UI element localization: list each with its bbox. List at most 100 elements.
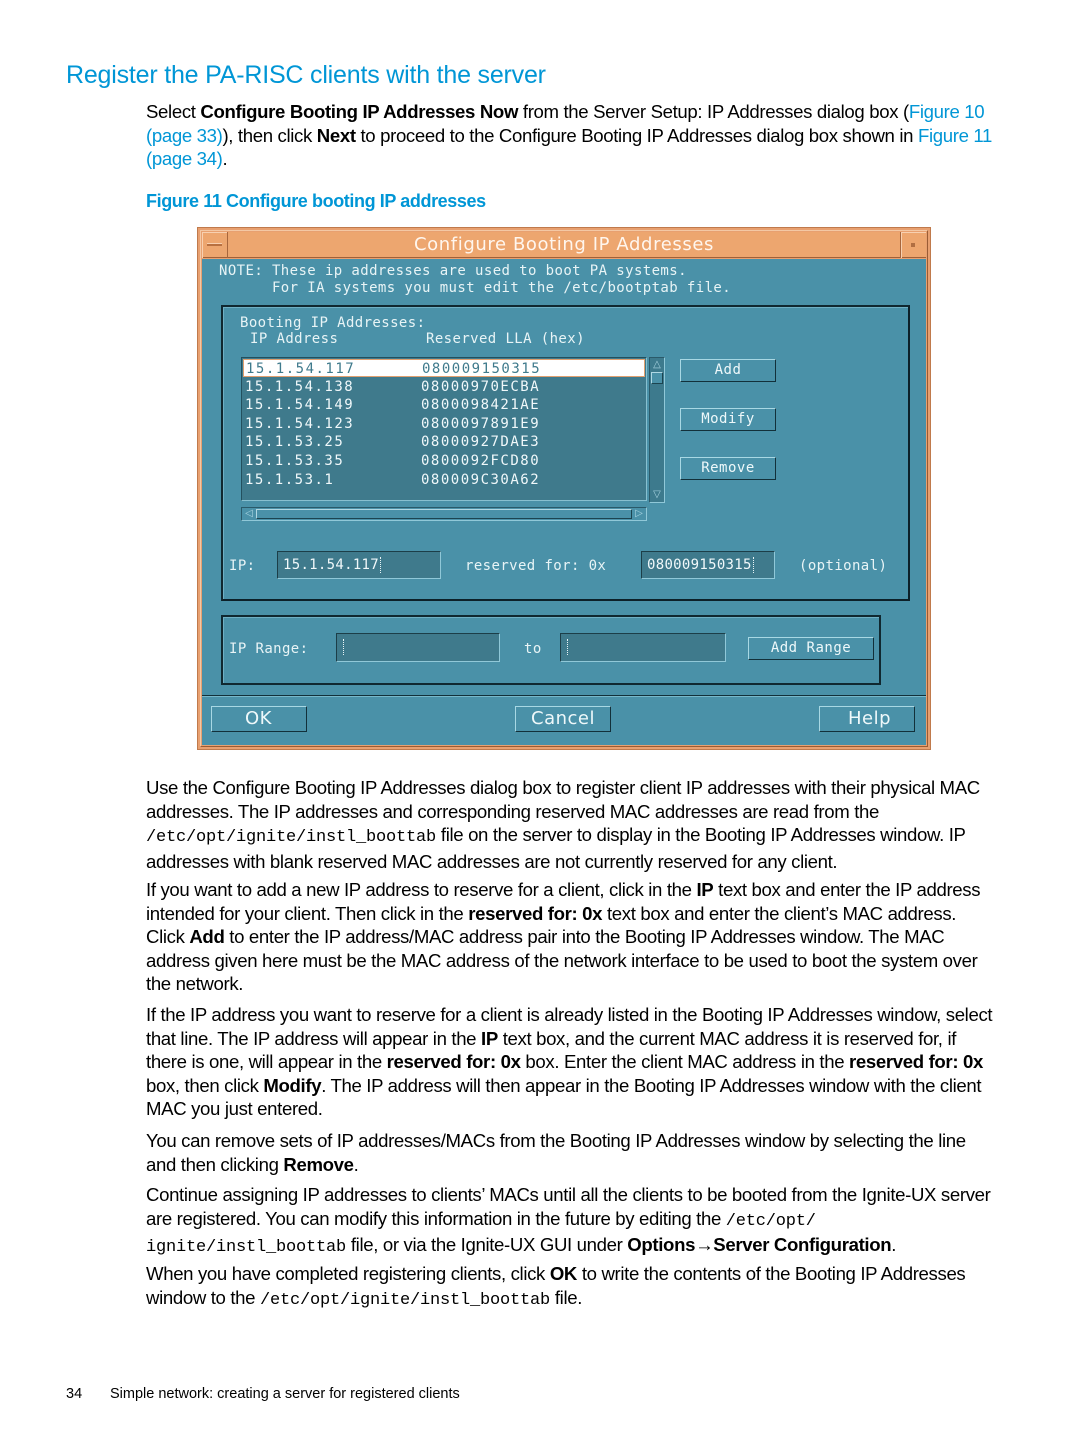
text: When you have completed registering clie… xyxy=(146,1263,550,1284)
booting-ip-frame: Booting IP Addresses: IP Address Reserve… xyxy=(221,305,910,601)
note-text: NOTE: These ip addresses are used to boo… xyxy=(219,263,731,296)
figure-caption: Figure 11 Configure booting IP addresses xyxy=(146,191,486,211)
bold-term: Configure Booting IP Addresses Now xyxy=(200,101,519,122)
row-reserved-lla: 0800098421AE xyxy=(421,397,541,414)
list-row[interactable]: 15.1.53.1 080009C30A62 xyxy=(243,471,645,489)
text: Use the Configure Booting IP Addresses d… xyxy=(146,777,980,822)
horizontal-scroll-thumb[interactable] xyxy=(256,509,632,519)
text: to enter the IP address/MAC address pair… xyxy=(146,926,978,995)
file-path: /etc/opt/ignite/instl_boottab xyxy=(259,1290,551,1310)
bold-term: reserved for: 0x xyxy=(468,902,603,924)
to-label: to xyxy=(524,641,542,657)
reserved-for-value: 080009150315 xyxy=(647,557,752,573)
cancel-button[interactable]: Cancel xyxy=(515,706,611,732)
bold-term: IP xyxy=(481,1027,498,1049)
text-caret xyxy=(343,639,346,655)
vertical-scrollbar[interactable]: △ ▽ xyxy=(649,357,665,503)
bold-term: IP xyxy=(696,879,714,900)
minimize-icon xyxy=(911,243,915,247)
text: Select xyxy=(146,101,201,122)
remove-button[interactable]: Remove xyxy=(680,457,776,480)
ip-input[interactable]: 15.1.54.117 xyxy=(277,551,441,579)
text: . xyxy=(222,148,228,170)
text: ), then click xyxy=(222,124,317,146)
text: . xyxy=(891,1234,897,1256)
page-number: 34 xyxy=(66,1386,83,1402)
text-caret xyxy=(567,639,570,655)
booting-ip-list[interactable]: 15.1.54.117 080009150315 15.1.54.138 080009… xyxy=(241,357,647,501)
ip-range-label: IP Range: xyxy=(229,641,309,657)
text: . xyxy=(353,1153,359,1175)
text: from the Server Setup: IP Addresses dial… xyxy=(518,101,909,122)
reserved-for-label: reserved for: 0x xyxy=(465,558,607,574)
bold-term: Add xyxy=(189,926,225,948)
note-line-2: For IA systems you must edit the /etc/bo… xyxy=(219,279,732,296)
row-ip-address: 15.1.53.35 xyxy=(245,453,345,469)
list-row[interactable]: 15.1.54.138 08000970ECBA xyxy=(243,378,645,396)
scroll-down-arrow-icon[interactable]: ▽ xyxy=(651,489,663,501)
bold-term: Modify xyxy=(263,1074,322,1096)
section-heading: Register the PA-RISC clients with the se… xyxy=(66,61,546,89)
row-ip-address: 15.1.53.25 xyxy=(245,434,345,451)
modify-button[interactable]: Modify xyxy=(680,408,776,431)
booting-ip-label: Booting IP Addresses: xyxy=(240,315,426,331)
footer-section-title: Simple network: creating a server for re… xyxy=(110,1386,460,1402)
row-reserved-lla: 080009C30A62 xyxy=(421,471,541,488)
text: box, then click xyxy=(146,1074,264,1096)
note-line-1: NOTE: These ip addresses are used to boo… xyxy=(219,263,687,279)
row-ip-address: 15.1.54.149 xyxy=(245,397,355,414)
intro-paragraph: Select Configure Booting IP Addresses No… xyxy=(146,100,996,171)
list-row[interactable]: 15.1.54.123 0800097891E9 xyxy=(243,415,645,433)
bold-term: OK xyxy=(549,1263,578,1284)
text: to proceed to the Configure Booting IP A… xyxy=(355,124,918,146)
bold-term: Next xyxy=(316,124,356,146)
row-ip-address: 15.1.54.138 xyxy=(245,378,355,395)
dialog-body: NOTE: These ip addresses are used to boo… xyxy=(202,259,926,745)
scroll-left-arrow-icon[interactable]: ◁ xyxy=(243,508,255,520)
row-reserved-lla: 0800097891E9 xyxy=(421,415,541,432)
scroll-right-arrow-icon[interactable]: ▷ xyxy=(633,508,645,520)
ip-input-value: 15.1.54.117 xyxy=(283,557,380,573)
paragraph-4: You can remove sets of IP addresses/MACs… xyxy=(146,1129,996,1176)
dialog-titlebar[interactable]: Configure Booting IP Addresses xyxy=(202,232,926,258)
list-row[interactable]: 15.1.54.149 0800098421AE xyxy=(243,396,645,414)
row-ip-address: 15.1.53.1 xyxy=(245,471,335,488)
text: Continue assigning IP addresses to clien… xyxy=(146,1184,991,1229)
horizontal-scrollbar[interactable]: ◁ ▷ xyxy=(241,507,647,521)
text: file, or via the Ignite-UX GUI under xyxy=(346,1234,628,1256)
row-reserved-lla: 080009150315 xyxy=(422,361,542,377)
paragraph-6: When you have completed registering clie… xyxy=(146,1262,996,1312)
ip-range-to-input[interactable] xyxy=(560,633,726,662)
row-reserved-lla: 0800092FCD80 xyxy=(421,453,541,469)
text: You can remove sets of IP addresses/MACs… xyxy=(146,1130,966,1175)
bold-term: reserved for: 0x xyxy=(386,1051,521,1073)
scroll-thumb[interactable] xyxy=(651,372,663,384)
ip-range-from-input[interactable] xyxy=(336,633,500,662)
list-row[interactable]: 15.1.53.25 08000927DAE3 xyxy=(243,433,645,451)
row-ip-address: 15.1.54.117 xyxy=(246,361,356,377)
paragraph-3: If the IP address you want to reserve fo… xyxy=(146,1003,996,1121)
paragraph-2: If you want to add a new IP address to r… xyxy=(146,878,996,996)
row-reserved-lla: 08000927DAE3 xyxy=(421,434,541,451)
menu-path: Options→Server Configuration xyxy=(627,1234,892,1256)
paragraph-1: Use the Configure Booting IP Addresses d… xyxy=(146,776,996,873)
column-header-ip: IP Address xyxy=(250,331,339,347)
ip-label: IP: xyxy=(229,558,256,574)
bold-term: reserved for: 0x xyxy=(849,1051,983,1073)
bold-term: Remove xyxy=(283,1153,354,1175)
optional-label: (optional) xyxy=(799,558,888,574)
minimize-button[interactable] xyxy=(900,232,926,258)
page-footer: 34 Simple network: creating a server for … xyxy=(66,1386,460,1402)
scroll-up-arrow-icon[interactable]: △ xyxy=(651,359,663,371)
dialog-title: Configure Booting IP Addresses xyxy=(414,234,714,255)
ok-button[interactable]: OK xyxy=(211,706,307,732)
ip-range-frame: IP Range: to Add Range xyxy=(221,615,881,685)
list-row-selected[interactable]: 15.1.54.117 080009150315 xyxy=(243,359,645,377)
help-button[interactable]: Help xyxy=(819,706,915,732)
add-button[interactable]: Add xyxy=(680,359,776,382)
paragraph-5: Continue assigning IP addresses to clien… xyxy=(146,1183,996,1260)
configure-booting-ip-dialog: Configure Booting IP Addresses NOTE: The… xyxy=(197,227,931,750)
reserved-for-input[interactable]: 080009150315 xyxy=(641,551,775,579)
add-range-button[interactable]: Add Range xyxy=(748,637,874,660)
list-row[interactable]: 15.1.53.35 0800092FCD80 xyxy=(243,452,645,470)
